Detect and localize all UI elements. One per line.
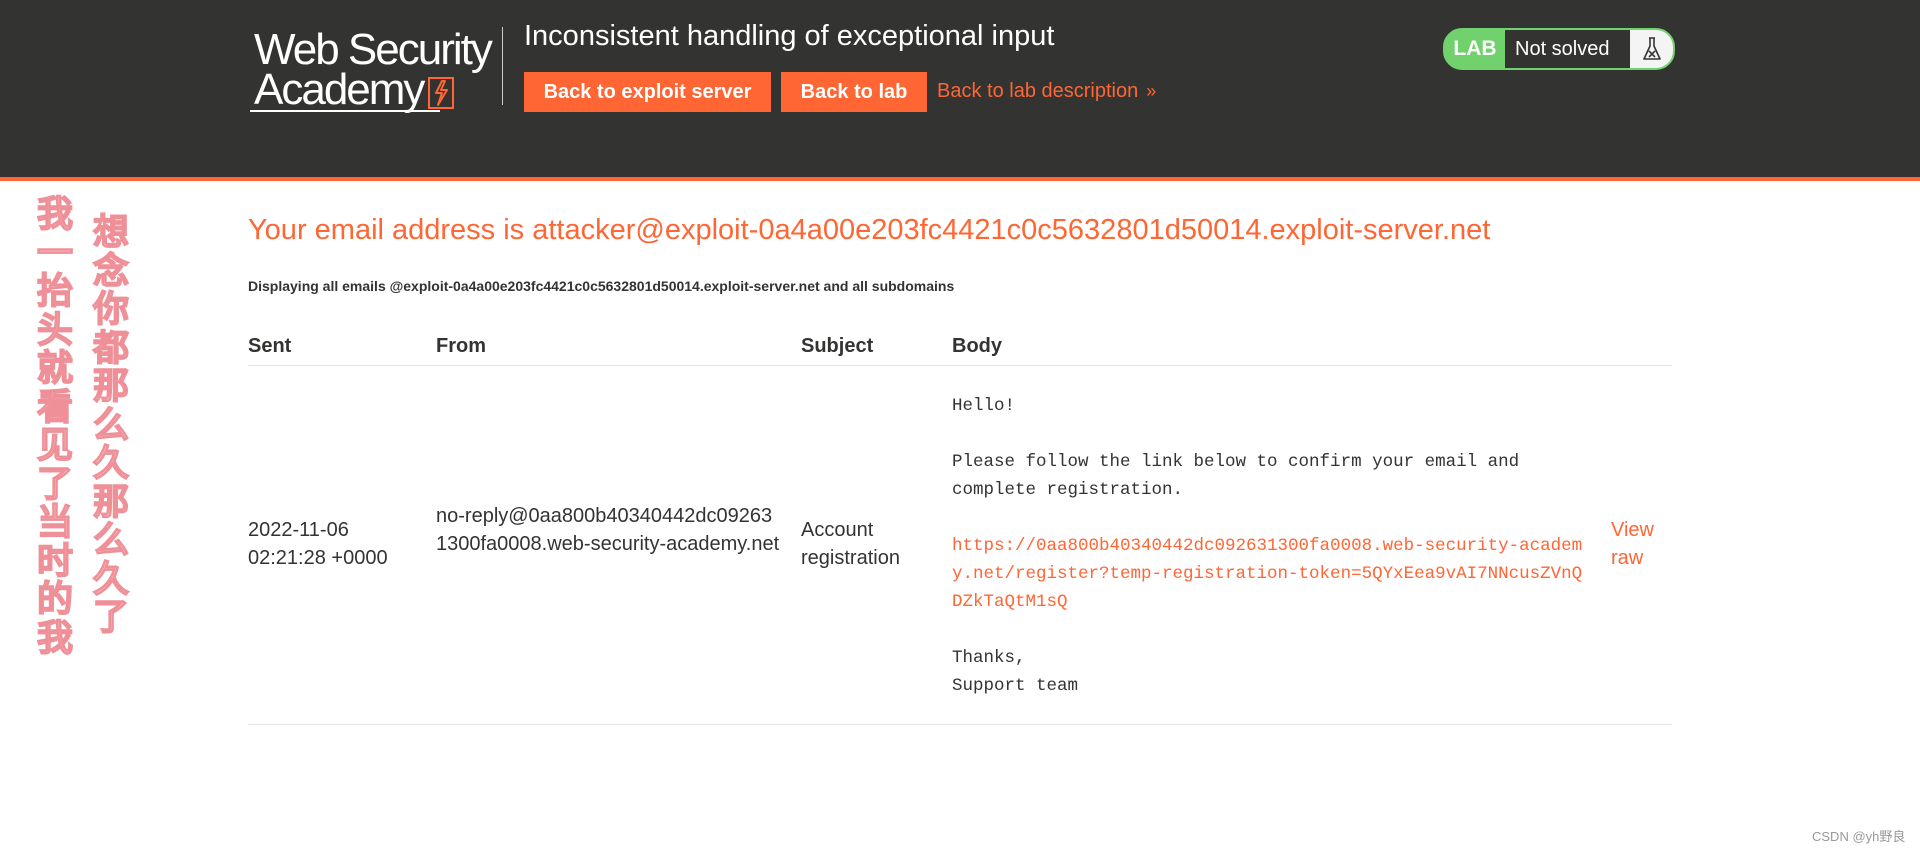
- display-note: Displaying all emails @exploit-0a4a00e20…: [248, 278, 955, 294]
- email-body-cell: Hello! Please follow the link below to c…: [952, 392, 1584, 700]
- email-body-text: Please follow the link below to confirm …: [952, 452, 1520, 500]
- email-subject-cell: Account registration: [801, 519, 900, 569]
- lab-status-text: Not solved: [1505, 30, 1630, 68]
- column-header-sent: Sent: [248, 335, 292, 357]
- view-raw-link[interactable]: View raw: [1611, 516, 1671, 572]
- back-to-lab-button[interactable]: Back to lab: [781, 72, 927, 112]
- lab-flask-button[interactable]: [1630, 30, 1673, 68]
- email-body-signoff: Thanks,: [952, 648, 1026, 668]
- decorative-vertical-text-1: 我一抬头就看见了当时的我: [36, 194, 74, 659]
- flask-icon: [1643, 37, 1661, 60]
- top-header: Web Security Academy Inconsistent handli…: [0, 0, 1920, 181]
- email-from-cell: no-reply@0aa800b40340442dc092631300fa000…: [436, 505, 780, 555]
- decorative-vertical-text-2: 想念你都那么久那么久了: [92, 212, 130, 638]
- email-body-signature: Support team: [952, 676, 1079, 696]
- table-bottom-divider: [248, 724, 1672, 725]
- lab-status-widget: LAB Not solved: [1443, 28, 1675, 70]
- logo-text-line2: Academy: [254, 65, 425, 114]
- lab-badge: LAB: [1453, 37, 1497, 60]
- registration-link[interactable]: https://0aa800b40340442dc092631300fa0008…: [952, 532, 1584, 616]
- logo-mark-icon: [428, 77, 454, 109]
- logo-underline: [250, 110, 440, 112]
- web-security-academy-logo[interactable]: Web Security Academy: [250, 26, 502, 116]
- column-header-subject: Subject: [801, 335, 874, 357]
- column-header-from: From: [436, 335, 486, 357]
- back-to-lab-description-label: Back to lab description: [937, 80, 1139, 102]
- csdn-watermark: CSDN @yh野良: [1812, 829, 1906, 844]
- back-to-lab-description-link[interactable]: Back to lab description »: [937, 80, 1156, 103]
- column-header-body: Body: [952, 335, 1002, 357]
- email-address-heading: Your email address is attacker@exploit-0…: [248, 214, 1491, 246]
- back-to-exploit-server-button[interactable]: Back to exploit server: [524, 72, 771, 112]
- header-divider: [502, 27, 503, 105]
- table-header-divider: [248, 365, 1672, 366]
- email-body-greeting: Hello!: [952, 396, 1016, 416]
- double-chevron-right-icon: »: [1146, 81, 1157, 101]
- lab-title: Inconsistent handling of exceptional inp…: [524, 20, 1055, 52]
- email-sent-cell: 2022-11-06 02:21:28 +0000: [248, 519, 388, 569]
